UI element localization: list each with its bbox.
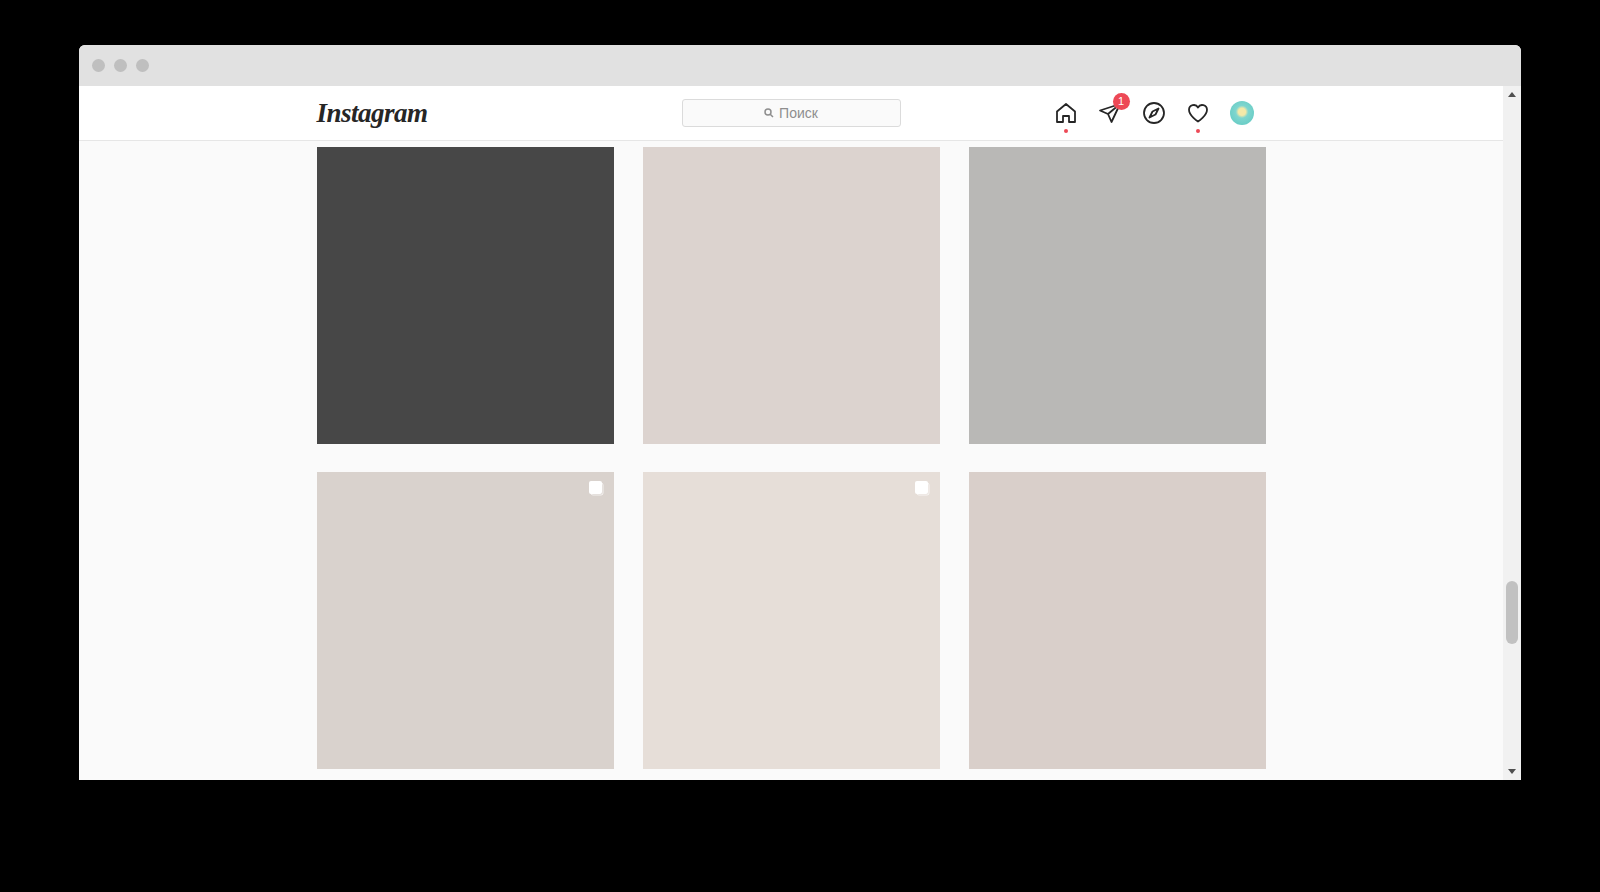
heart-icon [1186,101,1210,125]
home-icon [1054,101,1078,125]
notification-dot [1064,129,1068,133]
scroll-track[interactable] [1503,103,1521,763]
browser-window: Instagram Поиск 1 [79,45,1521,780]
desktop: Instagram Поиск 1 [0,0,1600,892]
home-nav-item[interactable] [1054,101,1078,125]
top-bar-inner: Instagram Поиск 1 [317,86,1266,140]
carousel-icon [588,480,604,496]
scroll-up-icon[interactable] [1508,92,1516,97]
feed [79,141,1503,780]
search-field[interactable]: Поиск [682,99,901,127]
page: Instagram Поиск 1 [79,86,1503,780]
close-button[interactable] [92,59,105,72]
post-tile[interactable] [643,472,940,769]
scroll-down-icon[interactable] [1508,769,1516,774]
search-icon [764,108,774,118]
notification-badge: 1 [1113,93,1130,110]
title-bar [79,45,1521,86]
explore-nav-item[interactable] [1142,101,1166,125]
search-placeholder: Поиск [779,105,818,121]
post-tile[interactable] [969,147,1266,444]
top-bar: Instagram Поиск 1 [79,86,1503,141]
scrollbar[interactable] [1503,86,1521,780]
post-tile[interactable] [969,472,1266,769]
nav-bar: 1 [1066,101,1266,125]
activity-nav-item[interactable] [1186,101,1210,125]
post-tile[interactable] [317,472,614,769]
profile-nav-item[interactable] [1230,101,1254,125]
post-tile[interactable] [643,147,940,444]
notification-dot [1196,129,1200,133]
logo[interactable]: Instagram [317,98,517,129]
scroll-thumb[interactable] [1506,581,1518,644]
zoom-button[interactable] [136,59,149,72]
carousel-icon [914,480,930,496]
post-tile[interactable] [317,147,614,444]
direct-nav-item[interactable]: 1 [1098,101,1122,125]
window-body: Instagram Поиск 1 [79,86,1521,780]
compass-icon [1142,101,1166,125]
post-grid [317,147,1266,780]
profile-avatar-icon [1230,101,1254,125]
minimize-button[interactable] [114,59,127,72]
